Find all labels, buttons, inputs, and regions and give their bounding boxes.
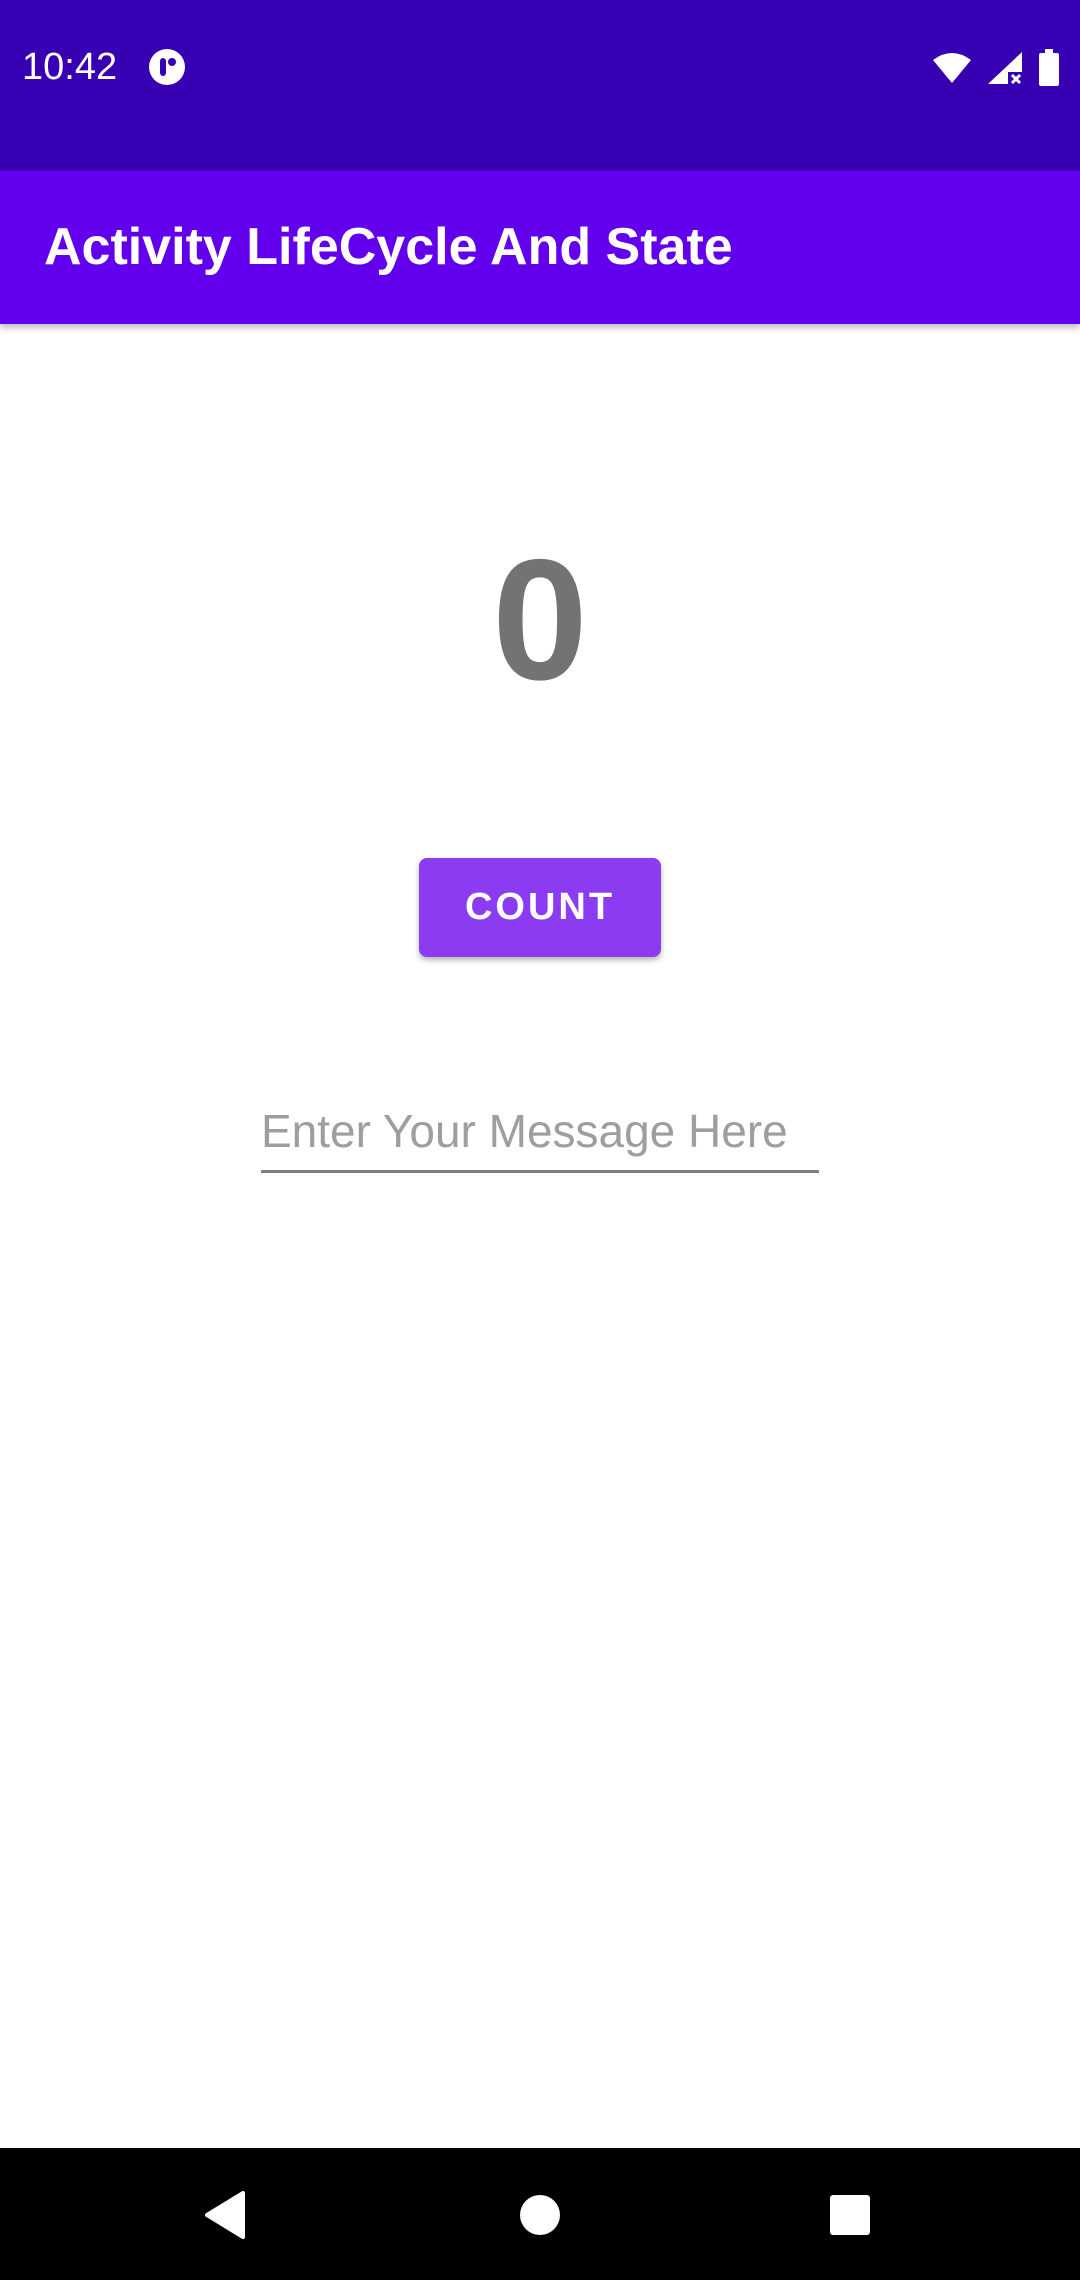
counter-value: 0 (492, 524, 588, 716)
battery-icon (1038, 49, 1060, 87)
status-icons (932, 48, 1060, 88)
app-title: Activity LifeCycle And State (44, 218, 733, 276)
status-bar: 10:42 (0, 0, 1080, 171)
screen: 10:42 Activity LifeCycle And State 0 COU… (0, 0, 1080, 2280)
app-notification-icon (148, 48, 186, 86)
message-input[interactable] (261, 1092, 819, 1170)
home-icon[interactable] (505, 2180, 575, 2250)
count-button[interactable]: COUNT (419, 858, 661, 957)
wifi-icon (932, 52, 972, 84)
app-bar: Activity LifeCycle And State (0, 171, 1080, 324)
cellular-signal-icon (986, 50, 1024, 86)
message-field (261, 1092, 819, 1173)
back-icon[interactable] (190, 2180, 260, 2250)
status-time: 10:42 (22, 46, 118, 88)
recents-icon[interactable] (815, 2180, 885, 2250)
